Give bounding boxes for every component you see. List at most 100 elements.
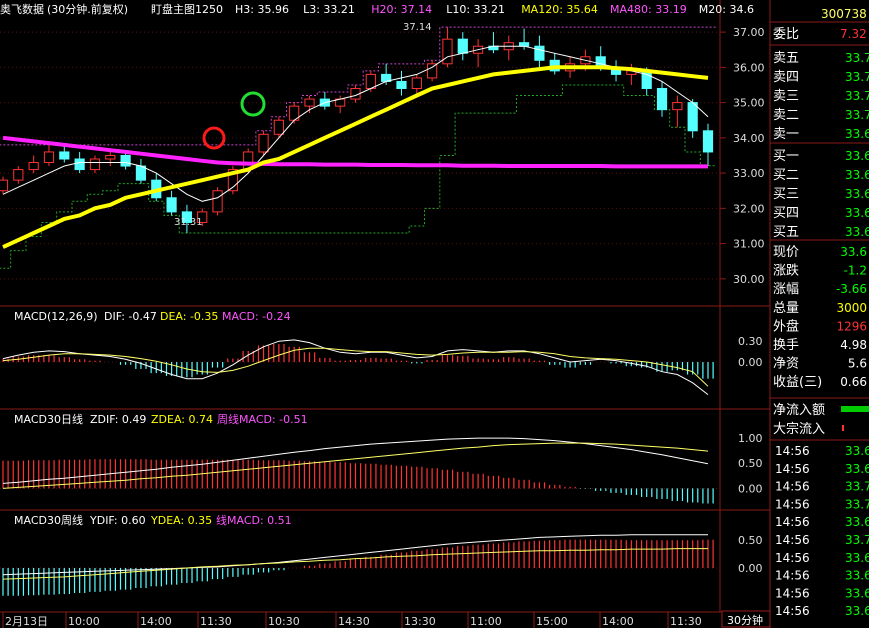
trade-price: 33.7 (845, 480, 869, 494)
price-tick-label: 33.00 (733, 167, 765, 180)
sell-level-label: 卖三 (773, 89, 799, 104)
stat-label: 外盘 (773, 318, 799, 334)
time-label: 14:00 (140, 615, 172, 628)
candle-body (89, 158, 101, 171)
trade-time: 14:56 (775, 604, 810, 618)
buy-level-label: 买一 (773, 149, 799, 164)
macd-tick-label: 0.00 (738, 356, 763, 369)
macd-dif: DIF: -0.47 (104, 310, 157, 323)
stat-label: 涨跌 (773, 263, 799, 279)
daily-title: MACD30日线 (14, 412, 83, 426)
candle-body (28, 162, 39, 171)
time-label: 14:00 (602, 615, 634, 628)
price-tick-label: 37.00 (733, 26, 765, 39)
weekly-title: MACD30周线 (14, 513, 83, 527)
trade-price: 33.6 (845, 444, 869, 458)
candle-body (258, 133, 269, 153)
candle-body (0, 179, 9, 192)
candle[interactable] (427, 60, 438, 82)
buy-level-label: 买三 (773, 187, 799, 202)
candle-body (656, 88, 668, 111)
candle-body (534, 45, 545, 61)
time-label: 11:00 (470, 615, 502, 628)
candle[interactable] (212, 187, 223, 216)
sell-level-label: 卖一 (773, 127, 799, 142)
trade-price: 33.6 (845, 462, 869, 476)
candle-body (672, 102, 683, 111)
stat-value: 1296 (836, 319, 867, 333)
time-label: 15:00 (536, 615, 568, 628)
header-item-ma120: MA120: 35.64 (521, 3, 598, 16)
stat-label: 涨幅 (773, 282, 799, 297)
daily-macd: 周线MACD: -0.51 (217, 412, 308, 426)
time-label: 13:30 (404, 615, 436, 628)
candle-body (687, 102, 698, 132)
block-inflow-bar (842, 425, 844, 431)
price-tick-label: 31.00 (733, 238, 765, 251)
stat-value: 3000 (836, 301, 867, 315)
period-label: (30分钟.前复权) (47, 2, 128, 16)
candle-body (518, 42, 530, 47)
stock-title: 奥飞数据 (0, 2, 44, 16)
stat-value: 4.98 (840, 338, 867, 352)
period-button-label[interactable]: 30分钟 (727, 613, 763, 627)
net-inflow-bar (841, 406, 869, 412)
stat-label: 净资 (773, 357, 799, 372)
time-label: 11:30 (670, 615, 702, 628)
stock-chart[interactable]: 奥飞数据 (30分钟.前复权) 盯盘主图1250 H3: 35.96 L3: 33… (0, 0, 869, 628)
trade-time: 14:56 (775, 480, 810, 494)
time-label: 14:30 (338, 615, 370, 628)
price-tick-label: 35.00 (733, 97, 765, 110)
price-tick-label: 32.00 (733, 202, 765, 215)
trade-time: 14:56 (775, 586, 810, 600)
header-item-l10: L10: 33.21 (446, 3, 505, 16)
trade-price: 33.6 (845, 569, 869, 583)
high-annotation: 37.14 (403, 22, 432, 33)
candle-body (212, 190, 223, 213)
main-chart-label: 盯盘主图1250 (151, 2, 223, 16)
stat-value: -1.2 (844, 264, 867, 278)
stat-label: 总量 (773, 301, 799, 316)
trade-time: 14:56 (775, 551, 810, 565)
header-item-l3: L3: 33.21 (303, 3, 355, 16)
weekly-ydea: YDEA: 0.35 (150, 514, 212, 527)
candle-body (304, 98, 315, 107)
candle-body (135, 165, 147, 181)
weekly-macd: 线MACD: 0.51 (216, 513, 292, 527)
trade-time: 14:56 (775, 444, 810, 458)
buy-level-price: 33.6 (845, 206, 869, 220)
sell-level-label: 卖四 (773, 70, 799, 85)
stat-label: 现价 (773, 245, 799, 260)
buy-level-price: 33.6 (845, 168, 869, 182)
sell-level-price: 33.6 (845, 127, 869, 141)
buy-level-price: 33.6 (845, 225, 869, 239)
stat-value: -3.66 (836, 282, 867, 296)
time-label: 10:30 (268, 615, 300, 628)
trade-time: 14:56 (775, 497, 810, 511)
candle-body (13, 169, 24, 181)
trade-time: 14:56 (775, 462, 810, 476)
daily-zdif: ZDIF: 0.49 (90, 413, 146, 426)
weekly-tick-label: 0.50 (738, 534, 763, 547)
price-tick-label: 34.00 (733, 132, 765, 145)
stat-label: 换手 (773, 338, 799, 353)
sell-level-price: 33.7 (845, 108, 869, 122)
trade-price: 33.6 (845, 604, 869, 618)
candle-body (396, 80, 407, 89)
trade-price: 33.7 (845, 533, 869, 547)
daily-tick-label: 1.00 (738, 432, 763, 445)
stat-value: 5.6 (848, 357, 867, 371)
macd-tick-label: 0.30 (738, 335, 763, 348)
candle-body (457, 38, 468, 54)
buy-level-label: 买五 (773, 225, 799, 240)
candle-body (273, 119, 284, 135)
sell-level-price: 33.7 (845, 51, 869, 65)
weibi-label: 委比 (773, 27, 799, 42)
time-label: 10:00 (68, 615, 100, 628)
block-inflow-label: 大宗流入 (773, 421, 825, 437)
sell-level-label: 卖五 (773, 51, 799, 66)
candle-body (442, 38, 453, 65)
sell-level-price: 33.7 (845, 89, 869, 103)
buy-level-label: 买二 (773, 168, 799, 183)
stock-code: 300738 (821, 7, 867, 21)
